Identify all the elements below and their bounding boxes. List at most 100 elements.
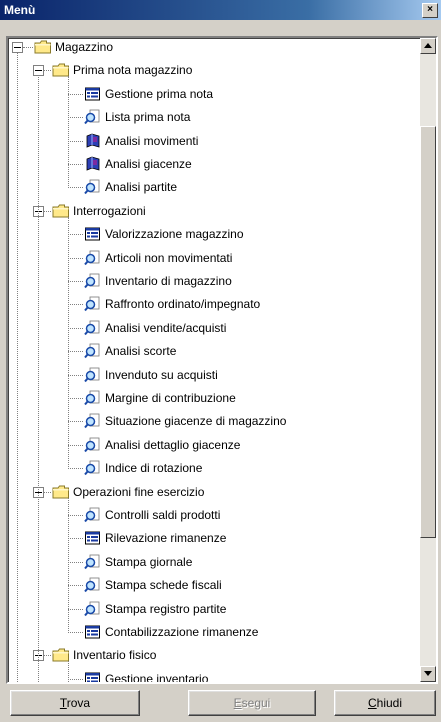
tree-item-label: Stampa schede fiscali (105, 578, 222, 593)
tree-item-label: Gestione inventario (105, 671, 209, 682)
tree-connector (68, 117, 83, 119)
form-icon (84, 86, 102, 102)
run-button[interactable]: Esegui (188, 690, 316, 716)
tree-connector (68, 515, 83, 516)
search-icon (84, 320, 102, 336)
tree-connector (68, 234, 83, 236)
tree-connector (68, 421, 83, 423)
form-icon (84, 226, 102, 242)
search-icon (84, 554, 102, 570)
tree-connector (38, 75, 39, 682)
search-icon (84, 460, 102, 476)
tree-item-label: Rilevazione rimanenze (105, 531, 227, 546)
tree-connector (44, 655, 51, 657)
tree-item-label: Analisi scorte (105, 344, 177, 359)
tree-item-label: Indice di rotazione (105, 461, 203, 476)
tree-item[interactable]: Gestione inventario (8, 671, 418, 682)
tree-connector (68, 216, 69, 470)
tree-connector (68, 585, 83, 587)
menu-window: Menù × Magazzino Prima nota magazzino Gest… (0, 0, 441, 722)
tree-connector (68, 187, 83, 189)
search-icon (84, 577, 102, 593)
scrollbar-thumb[interactable] (420, 126, 436, 538)
tree-folder[interactable]: Operazioni fine esercizio (8, 484, 418, 501)
search-icon (84, 179, 102, 195)
folder-icon (34, 39, 52, 55)
tree-connector (68, 164, 83, 165)
search-icon (84, 367, 102, 383)
search-icon (84, 109, 102, 125)
tree-connector (68, 374, 83, 376)
tree-connector (44, 70, 51, 72)
tree-item-label: Analisi partite (105, 180, 178, 195)
window-title: Menù (4, 3, 36, 17)
tree-connector (68, 281, 83, 282)
tree-item-label: Lista prima nota (105, 110, 191, 125)
search-icon (84, 390, 102, 406)
book-icon (84, 156, 102, 172)
tree-connector (68, 632, 83, 633)
tree-item-label: Stampa giornale (105, 554, 193, 569)
title-bar[interactable]: Menù × (0, 0, 441, 20)
tree-folder[interactable]: Inventario fisico (8, 647, 418, 664)
tree-item-label: Inventario fisico (73, 648, 157, 663)
tree-item-label: Gestione prima nota (105, 86, 214, 101)
tree-folder[interactable]: Magazzino (8, 39, 418, 56)
search-icon (84, 343, 102, 359)
tree-item-label: Interrogazioni (73, 203, 146, 218)
tree-item-label: Analisi movimenti (105, 133, 199, 148)
menu-tree-panel: Magazzino Prima nota magazzino Gestione pr… (6, 36, 438, 684)
search-icon (84, 601, 102, 617)
tree-item-label: Operazioni fine esercizio (73, 484, 205, 499)
form-icon (84, 671, 102, 682)
tree-item-label: Controlli saldi prodotti (105, 508, 221, 522)
tree-item-label: Stampa registro partite (105, 601, 227, 616)
search-icon (84, 250, 102, 266)
search-icon (84, 273, 102, 289)
tree-connector (68, 468, 83, 470)
form-icon (84, 530, 102, 546)
tree-item-label: Inventario di magazzino (105, 274, 232, 288)
tree-item-label: Margine di contribuzione (105, 391, 236, 405)
vertical-scrollbar[interactable] (420, 38, 436, 682)
arrow-down-icon (424, 671, 432, 676)
tree-item-label: Invenduto su acquisti (105, 367, 218, 382)
tree-connector (68, 304, 83, 306)
tree-connector (68, 561, 83, 563)
find-button[interactable]: Trova (10, 690, 140, 716)
tree-connector (44, 491, 51, 493)
tree-connector (68, 140, 83, 142)
tree-connector (68, 444, 83, 446)
tree-connector (17, 52, 18, 682)
tree-item-label: Analisi giacenze (105, 157, 192, 171)
tree-connector (68, 257, 83, 259)
close-button[interactable]: Chiudi (334, 690, 436, 716)
tree-item-label: Situazione giacenze di magazzino (105, 414, 287, 429)
scroll-up-button[interactable] (420, 38, 436, 54)
tree-item-label: Articoli non movimentati (105, 250, 233, 265)
tree-item-label: Raffronto ordinato/impegnato (105, 297, 261, 312)
search-icon (84, 507, 102, 523)
close-icon[interactable]: × (422, 3, 438, 18)
search-icon (84, 413, 102, 429)
scroll-down-button[interactable] (420, 666, 436, 682)
tree-connector (68, 608, 83, 610)
tree-connector (68, 678, 83, 680)
form-icon (84, 624, 102, 640)
tree-item-label: Contabilizzazione rimanenze (105, 625, 259, 639)
tree-item-label: Analisi dettaglio giacenze (105, 437, 241, 452)
search-icon (84, 437, 102, 453)
tree-item-label: Prima nota magazzino (73, 63, 193, 78)
tree-connector (68, 351, 83, 353)
tree-item-label: Valorizzazione magazzino (105, 227, 244, 242)
tree-item-label: Analisi vendite/acquisti (105, 320, 227, 335)
tree-connector (68, 538, 83, 540)
tree-connector (68, 661, 69, 682)
tree-folder[interactable]: Prima nota magazzino (8, 62, 418, 79)
tree-folder[interactable]: Interrogazioni (8, 203, 418, 220)
tree-connector (68, 93, 83, 95)
tree-connector (68, 76, 69, 189)
menu-tree: Magazzino Prima nota magazzino Gestione pr… (8, 38, 418, 682)
tree-connector (68, 497, 69, 633)
tree-connector (68, 327, 83, 329)
